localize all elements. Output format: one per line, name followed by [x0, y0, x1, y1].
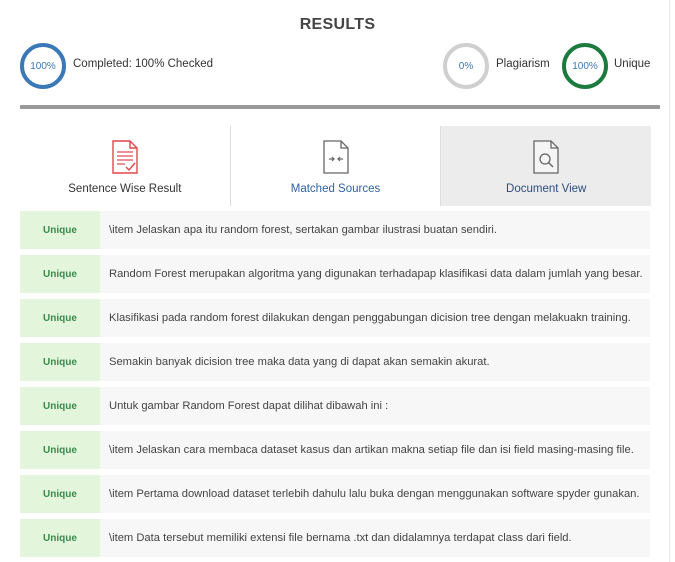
- result-sentence: Semakin banyak dicision tree maka data y…: [109, 356, 490, 368]
- result-sentence: \item Pertama download dataset terlebih …: [109, 488, 640, 500]
- status-badge: Unique: [20, 519, 100, 557]
- status-badge: Unique: [20, 387, 100, 425]
- plagiarism-ring-value: 0%: [458, 60, 474, 72]
- result-sentence: Random Forest merupakan algoritma yang d…: [109, 268, 643, 280]
- result-sentence: \item Data tersebut memiliki extensi fil…: [109, 532, 572, 544]
- result-sentence: Klasifikasi pada random forest dilakukan…: [109, 312, 631, 324]
- document-check-icon: [112, 140, 138, 174]
- completed-progress-ring: 100%: [20, 43, 66, 89]
- result-row[interactable]: Unique Random Forest merupakan algoritma…: [20, 255, 650, 293]
- page-right-border: [669, 0, 670, 562]
- result-row[interactable]: Unique \item Jelaskan apa itu random for…: [20, 211, 650, 249]
- plagiarism-progress-ring: 0%: [443, 43, 489, 89]
- result-row[interactable]: Unique Untuk gambar Random Forest dapat …: [20, 387, 650, 425]
- document-search-icon: [533, 140, 559, 174]
- unique-progress-ring: 100%: [562, 43, 608, 89]
- unique-ring-value: 100%: [572, 60, 598, 72]
- section-divider: [20, 105, 660, 109]
- unique-label: Unique: [614, 58, 651, 70]
- status-badge: Unique: [20, 211, 100, 249]
- result-row[interactable]: Unique Semakin banyak dicision tree maka…: [20, 343, 650, 381]
- status-badge: Unique: [20, 431, 100, 469]
- result-row[interactable]: Unique \item Pertama download dataset te…: [20, 475, 650, 513]
- completed-ring-value: 100%: [30, 60, 56, 72]
- tab-label: Document View: [506, 183, 587, 195]
- status-badge: Unique: [20, 343, 100, 381]
- status-badge: Unique: [20, 255, 100, 293]
- status-badge: Unique: [20, 475, 100, 513]
- page-title: RESULTS: [299, 16, 376, 33]
- result-sentence: \item Jelaskan cara membaca dataset kasu…: [109, 444, 634, 456]
- result-row[interactable]: Unique \item Data tersebut memiliki exte…: [20, 519, 650, 557]
- result-sentence: Untuk gambar Random Forest dapat dilihat…: [109, 400, 389, 412]
- tab-sentence-wise-result[interactable]: Sentence Wise Result: [20, 126, 230, 206]
- result-row[interactable]: Unique \item Jelaskan cara membaca datas…: [20, 431, 650, 469]
- results-list: Unique \item Jelaskan apa itu random for…: [20, 211, 650, 562]
- tab-label: Sentence Wise Result: [68, 183, 182, 195]
- tab-label: Matched Sources: [290, 183, 381, 195]
- tab-document-view[interactable]: Document View: [440, 126, 652, 206]
- tab-matched-sources[interactable]: Matched Sources: [229, 126, 441, 206]
- result-sentence: \item Jelaskan apa itu random forest, se…: [109, 224, 498, 236]
- document-compare-icon: [322, 140, 349, 174]
- status-badge: Unique: [20, 299, 100, 337]
- completed-label: Completed: 100% Checked: [73, 58, 213, 70]
- plagiarism-label: Plagiarism: [496, 58, 550, 70]
- result-tabs: Sentence Wise Result Matched Sources Doc…: [20, 126, 652, 206]
- result-row[interactable]: Unique Klasifikasi pada random forest di…: [20, 299, 650, 337]
